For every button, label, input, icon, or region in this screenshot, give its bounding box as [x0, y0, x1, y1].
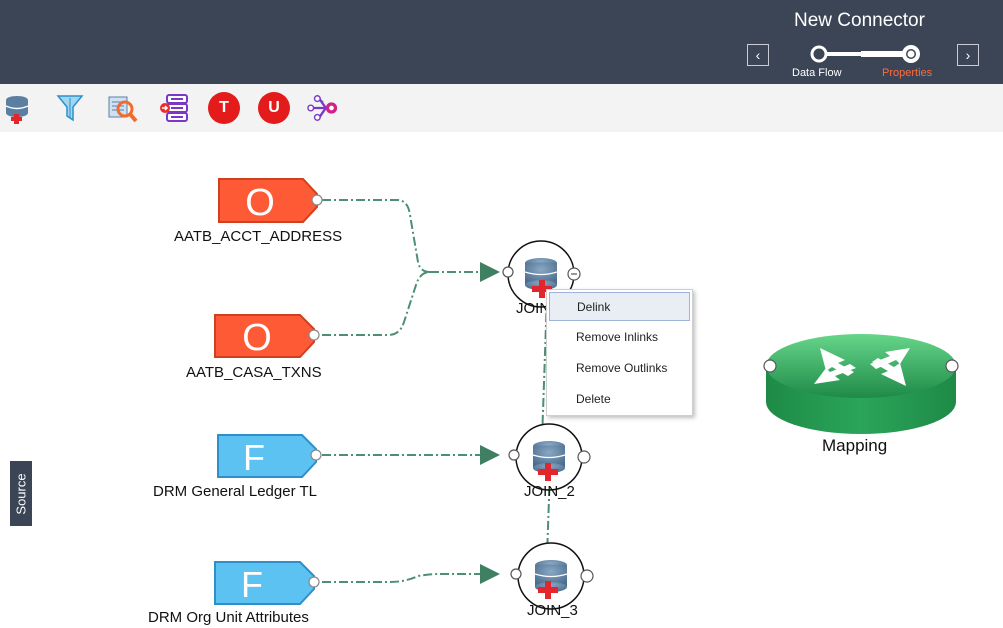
source-label-acct-address: AATB_ACCT_ADDRESS — [174, 228, 343, 245]
join-node-3[interactable] — [510, 542, 594, 610]
out-port[interactable] — [310, 449, 322, 461]
menu-item-remove-outlinks[interactable]: Remove Outlinks — [549, 354, 690, 383]
source-label-org-unit: DRM Org Unit Attributes — [148, 609, 309, 626]
source-glyph: O — [242, 317, 272, 359]
source-glyph: F — [243, 437, 265, 478]
source-node-org-unit[interactable]: F — [214, 561, 320, 605]
in-port[interactable] — [508, 449, 520, 461]
in-port[interactable] — [510, 568, 522, 580]
link-org-to-join3[interactable] — [322, 564, 500, 584]
out-port[interactable] — [580, 569, 594, 583]
mapping-node[interactable] — [763, 334, 959, 435]
out-port[interactable] — [311, 194, 323, 206]
source-node-acct-address[interactable]: O — [218, 178, 323, 224]
source-side-tab[interactable]: Source — [10, 461, 32, 526]
source-tab-label: Source — [13, 472, 29, 515]
out-port[interactable] — [308, 329, 320, 341]
data-flow-canvas: O O F F — [214, 178, 959, 610]
mapping-label: Mapping — [822, 436, 888, 455]
out-port[interactable] — [945, 359, 959, 373]
menu-item-delink[interactable]: Delink — [549, 292, 690, 321]
source-glyph: F — [241, 564, 263, 605]
context-menu: Delink Remove Inlinks Remove Outlinks De… — [546, 289, 693, 416]
link-casa-to-join1[interactable] — [322, 271, 431, 336]
source-node-general-ledger[interactable]: F — [217, 434, 322, 478]
source-label-casa-txns: AATB_CASA_TXNS — [186, 364, 322, 381]
in-port[interactable] — [502, 266, 514, 278]
menu-item-delete[interactable]: Delete — [549, 385, 690, 414]
source-glyph: O — [245, 182, 275, 224]
join-node-2[interactable] — [508, 423, 591, 491]
source-label-general-ledger: DRM General Ledger TL — [153, 483, 317, 500]
source-node-casa-txns[interactable]: O — [214, 314, 320, 359]
join-label-3: JOIN_3 — [527, 602, 578, 619]
in-port[interactable] — [763, 359, 777, 373]
menu-item-remove-inlinks[interactable]: Remove Inlinks — [549, 323, 690, 352]
out-port[interactable] — [308, 576, 320, 588]
out-port[interactable] — [577, 450, 591, 464]
join-label-2: JOIN_2 — [524, 483, 575, 500]
